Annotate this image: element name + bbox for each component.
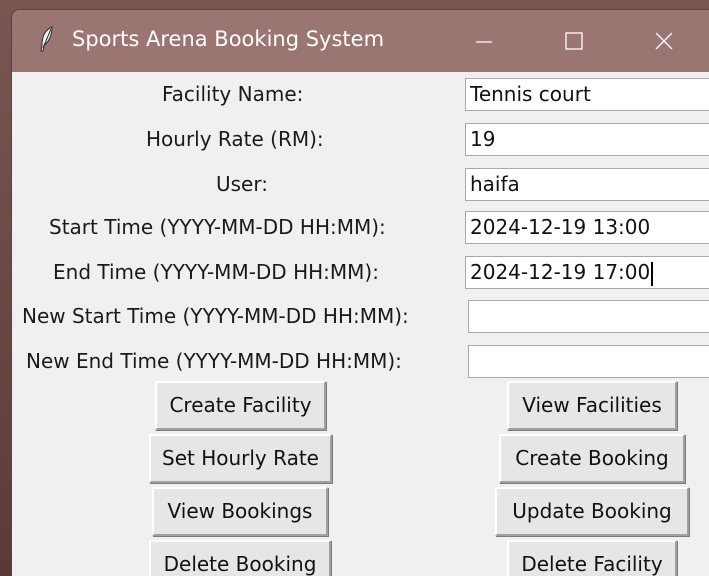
- end-time-label: End Time (YYYY-MM-DD HH:MM):: [53, 260, 379, 284]
- minimize-button[interactable]: [439, 10, 529, 72]
- close-icon: [655, 32, 673, 50]
- feather-icon: [39, 26, 55, 52]
- delete-facility-button[interactable]: Delete Facility: [507, 540, 677, 576]
- view-facilities-button[interactable]: View Facilities: [507, 381, 677, 430]
- title-bar[interactable]: Sports Arena Booking System: [12, 10, 709, 72]
- hourly-rate-input[interactable]: 19: [465, 123, 709, 156]
- facility-name-input[interactable]: Tennis court: [465, 78, 709, 111]
- window-title: Sports Arena Booking System: [72, 27, 385, 51]
- start-time-input[interactable]: 2024-12-19 13:00: [465, 211, 709, 244]
- facility-name-label: Facility Name:: [162, 82, 304, 106]
- user-label: User:: [216, 172, 268, 196]
- hourly-rate-label: Hourly Rate (RM):: [146, 127, 324, 151]
- update-booking-button[interactable]: Update Booking: [495, 487, 689, 536]
- view-bookings-button[interactable]: View Bookings: [152, 487, 328, 536]
- set-hourly-rate-button[interactable]: Set Hourly Rate: [149, 434, 332, 483]
- new-end-time-input[interactable]: [468, 345, 709, 378]
- new-start-time-input[interactable]: [468, 300, 709, 333]
- create-facility-button[interactable]: Create Facility: [155, 381, 326, 430]
- close-button[interactable]: [619, 10, 709, 72]
- minimize-icon: [476, 41, 492, 43]
- maximize-icon: [565, 32, 583, 50]
- start-time-label: Start Time (YYYY-MM-DD HH:MM):: [49, 215, 386, 239]
- delete-booking-button[interactable]: Delete Booking: [149, 540, 331, 576]
- user-input[interactable]: haifa: [465, 168, 709, 201]
- app-window: Sports Arena Booking System Facility Nam…: [12, 10, 709, 576]
- booking-form: Facility Name: Tennis court Hourly Rate …: [12, 72, 709, 576]
- end-time-input[interactable]: 2024-12-19 17:00: [465, 256, 709, 289]
- new-end-time-label: New End Time (YYYY-MM-DD HH:MM):: [26, 349, 402, 373]
- end-time-value: 2024-12-19 17:00: [470, 260, 651, 284]
- create-booking-button[interactable]: Create Booking: [499, 434, 685, 483]
- new-start-time-label: New Start Time (YYYY-MM-DD HH:MM):: [22, 304, 409, 328]
- maximize-button[interactable]: [529, 10, 619, 72]
